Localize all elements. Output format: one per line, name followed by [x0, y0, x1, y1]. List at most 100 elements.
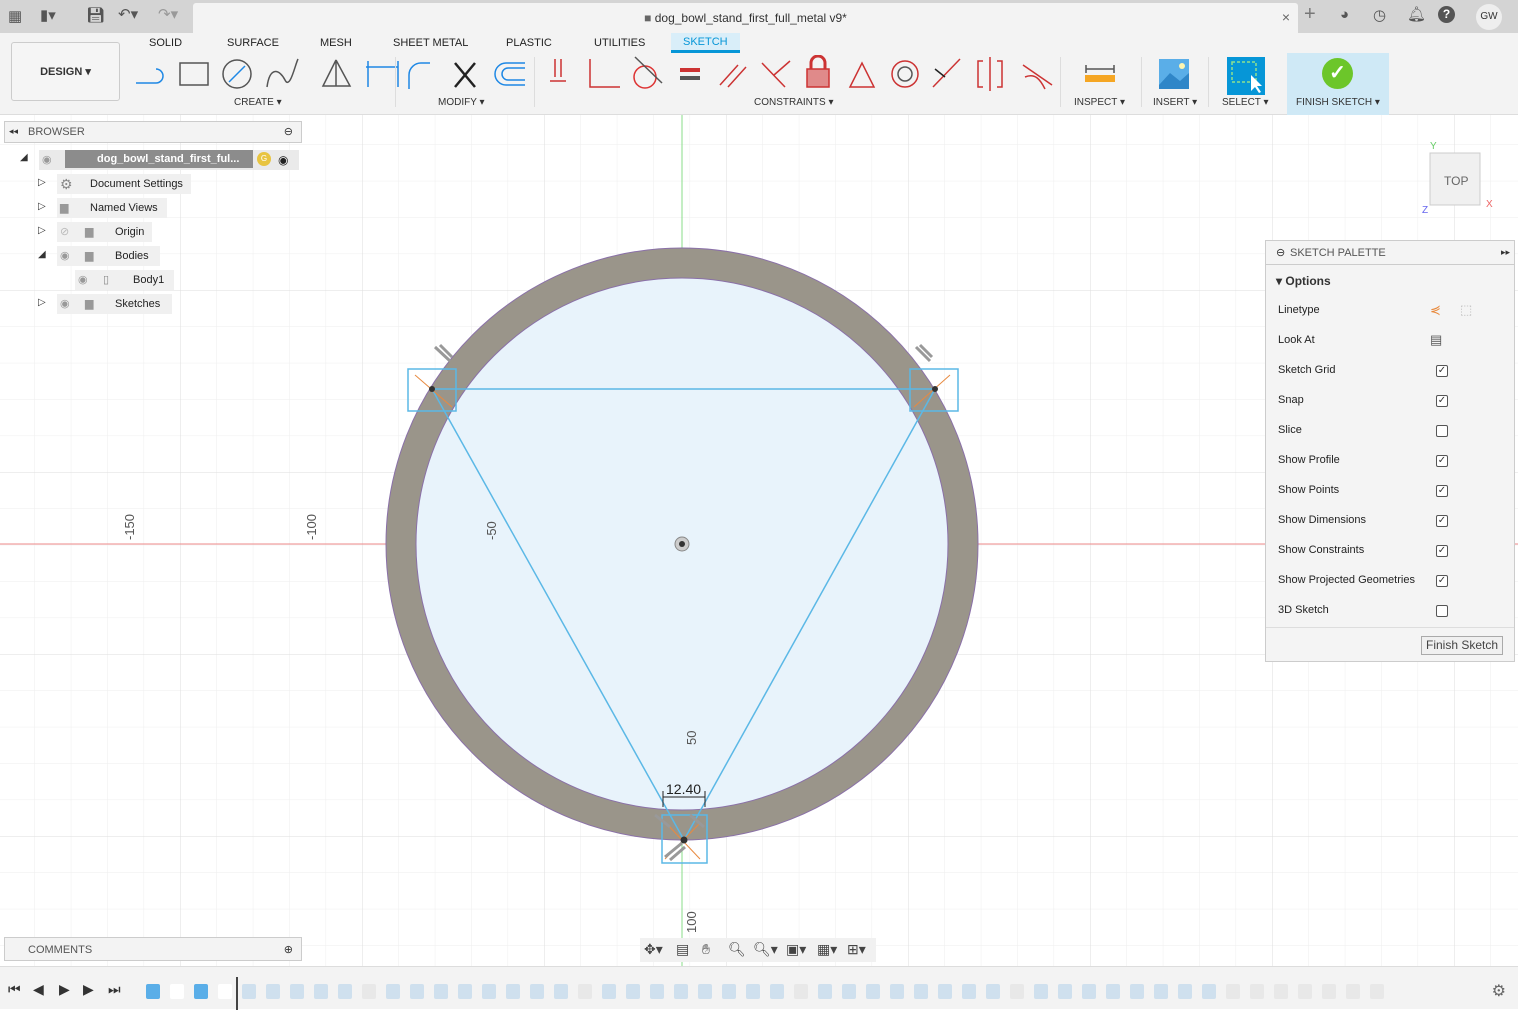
timeline-feature[interactable]	[602, 984, 616, 999]
spline-icon[interactable]	[266, 58, 299, 88]
tab-surface[interactable]: SURFACE	[227, 37, 279, 49]
timeline-feature[interactable]	[554, 984, 568, 999]
timeline-feature[interactable]	[698, 984, 712, 999]
timeline-feature[interactable]	[242, 984, 256, 999]
equal-icon[interactable]	[680, 68, 700, 80]
display-settings-icon[interactable]: ▣▾	[786, 941, 806, 958]
timeline-feature[interactable]	[578, 984, 592, 999]
step-forward-icon[interactable]: ▶	[83, 981, 94, 998]
eye-icon[interactable]: ◉	[60, 246, 70, 266]
checkbox[interactable]: ✓	[1436, 515, 1448, 527]
timeline-feature[interactable]	[1154, 984, 1168, 999]
timeline-feature[interactable]	[218, 984, 232, 999]
look-at-icon[interactable]: ▤	[1430, 332, 1442, 348]
timeline-feature[interactable]	[194, 984, 208, 999]
browser-panel-header[interactable]: ◂◂ BROWSER ⊖	[4, 121, 302, 143]
timeline-feature[interactable]	[506, 984, 520, 999]
mirror-icon[interactable]	[321, 59, 352, 87]
expand-icon[interactable]: ▸▸	[1501, 247, 1510, 258]
timeline-feature[interactable]	[482, 984, 496, 999]
tab-sheet-metal[interactable]: SHEET METAL	[393, 37, 468, 49]
tab-plastic[interactable]: PLASTIC	[506, 37, 552, 49]
checkbox[interactable]: ✓	[1436, 575, 1448, 587]
pan-icon[interactable]: ✋︎	[702, 941, 710, 958]
timeline-feature[interactable]	[1106, 984, 1120, 999]
constraints-menu[interactable]: CONSTRAINTS ▾	[754, 97, 833, 108]
expand-icon[interactable]: ▷	[38, 225, 46, 236]
timeline-feature[interactable]	[530, 984, 544, 999]
file-icon[interactable]: ▮▾	[40, 6, 56, 24]
play-icon[interactable]: ▶	[59, 981, 70, 998]
fit-icon[interactable]: 🔍︎▾	[753, 941, 778, 958]
timeline-feature[interactable]	[1226, 984, 1240, 999]
minimize-icon[interactable]: ⊖	[284, 125, 293, 138]
select-icon[interactable]	[1227, 57, 1265, 95]
timeline-feature[interactable]	[146, 984, 160, 999]
expand-icon[interactable]: ▷	[38, 201, 46, 212]
timeline-feature[interactable]	[1370, 984, 1384, 999]
comments-panel[interactable]: COMMENTS ⊕	[4, 937, 302, 961]
timeline-feature[interactable]	[914, 984, 928, 999]
timeline-feature[interactable]	[842, 984, 856, 999]
add-comment-icon[interactable]: ⊕	[284, 943, 293, 956]
timeline-feature[interactable]	[794, 984, 808, 999]
viewports-icon[interactable]: ⊞▾	[847, 941, 866, 958]
timeline-feature[interactable]	[1130, 984, 1144, 999]
tree-named-views[interactable]: ▆ Named Views	[57, 198, 167, 218]
triangle-constraint-icon[interactable]	[848, 61, 876, 88]
timeline-feature[interactable]	[1058, 984, 1072, 999]
timeline-feature[interactable]	[626, 984, 640, 999]
dimension-value[interactable]: 12.40	[666, 781, 701, 797]
timeline-feature[interactable]	[266, 984, 280, 999]
timeline-feature[interactable]	[386, 984, 400, 999]
palette-header[interactable]: ⊖ SKETCH PALETTE ▸▸	[1266, 241, 1514, 265]
eye-icon[interactable]: ◉	[78, 270, 88, 290]
finish-sketch-palette-button[interactable]: Finish Sketch	[1421, 636, 1503, 655]
job-status-icon[interactable]: ◷	[1373, 6, 1386, 24]
orbit-icon[interactable]: ✥▾	[644, 941, 663, 958]
checkbox[interactable]: ✓	[1436, 395, 1448, 407]
timeline-feature[interactable]	[1250, 984, 1264, 999]
apps-grid-icon[interactable]: ▦	[8, 7, 22, 25]
offset-icon[interactable]	[494, 62, 525, 86]
collapse-icon[interactable]: ◂◂	[9, 126, 18, 137]
activate-icon[interactable]: ◉	[278, 150, 288, 170]
timeline-feature[interactable]	[866, 984, 880, 999]
timeline-feature[interactable]	[722, 984, 736, 999]
tab-mesh[interactable]: MESH	[320, 37, 352, 49]
circle-icon[interactable]	[222, 59, 252, 89]
tree-origin[interactable]: ⊘ ▆ Origin	[57, 222, 152, 242]
tangent-icon[interactable]	[633, 56, 663, 89]
origin-point[interactable]	[674, 536, 690, 552]
timeline-feature[interactable]	[674, 984, 688, 999]
eye-hidden-icon[interactable]: ⊘	[60, 222, 69, 242]
undo-icon[interactable]: ↶▾	[118, 5, 138, 23]
tree-sketches[interactable]: ◉ ▆ Sketches	[57, 294, 172, 314]
go-to-start-icon[interactable]: ⏮	[8, 981, 21, 998]
centerline-linetype-icon[interactable]: ⬚	[1460, 302, 1472, 318]
timeline-feature[interactable]	[938, 984, 952, 999]
tree-root[interactable]: ◉ dog_bowl_stand_first_ful... G ◉	[39, 150, 299, 170]
extensions-icon[interactable]: ◕	[1340, 6, 1349, 23]
timeline-feature[interactable]	[1346, 984, 1360, 999]
redo-icon[interactable]: ↷▾	[158, 5, 178, 23]
parallel-icon[interactable]	[719, 64, 747, 88]
timeline-feature[interactable]	[1274, 984, 1288, 999]
document-tab[interactable]: ■ dog_bowl_stand_first_full_metal v9* ×	[193, 3, 1298, 33]
help-icon[interactable]: ?	[1438, 6, 1455, 23]
grid-settings-icon[interactable]: ▦▾	[817, 941, 837, 958]
timeline-feature[interactable]	[170, 984, 184, 999]
coincident-icon[interactable]	[589, 59, 620, 88]
timeline-feature[interactable]	[650, 984, 664, 999]
tree-document-settings[interactable]: ⚙ Document Settings	[57, 174, 191, 194]
checkbox[interactable]	[1436, 605, 1448, 617]
timeline-feature[interactable]	[1322, 984, 1336, 999]
look-at-icon[interactable]: ▤	[676, 941, 689, 958]
version-badge-icon[interactable]: G	[257, 152, 271, 166]
options-section[interactable]: ▾ Options	[1276, 274, 1331, 288]
timeline-feature[interactable]	[890, 984, 904, 999]
timeline-marker[interactable]	[236, 977, 238, 1010]
close-tab-icon[interactable]: ×	[1282, 9, 1290, 25]
timeline-feature[interactable]	[1178, 984, 1192, 999]
timeline-feature[interactable]	[1082, 984, 1096, 999]
